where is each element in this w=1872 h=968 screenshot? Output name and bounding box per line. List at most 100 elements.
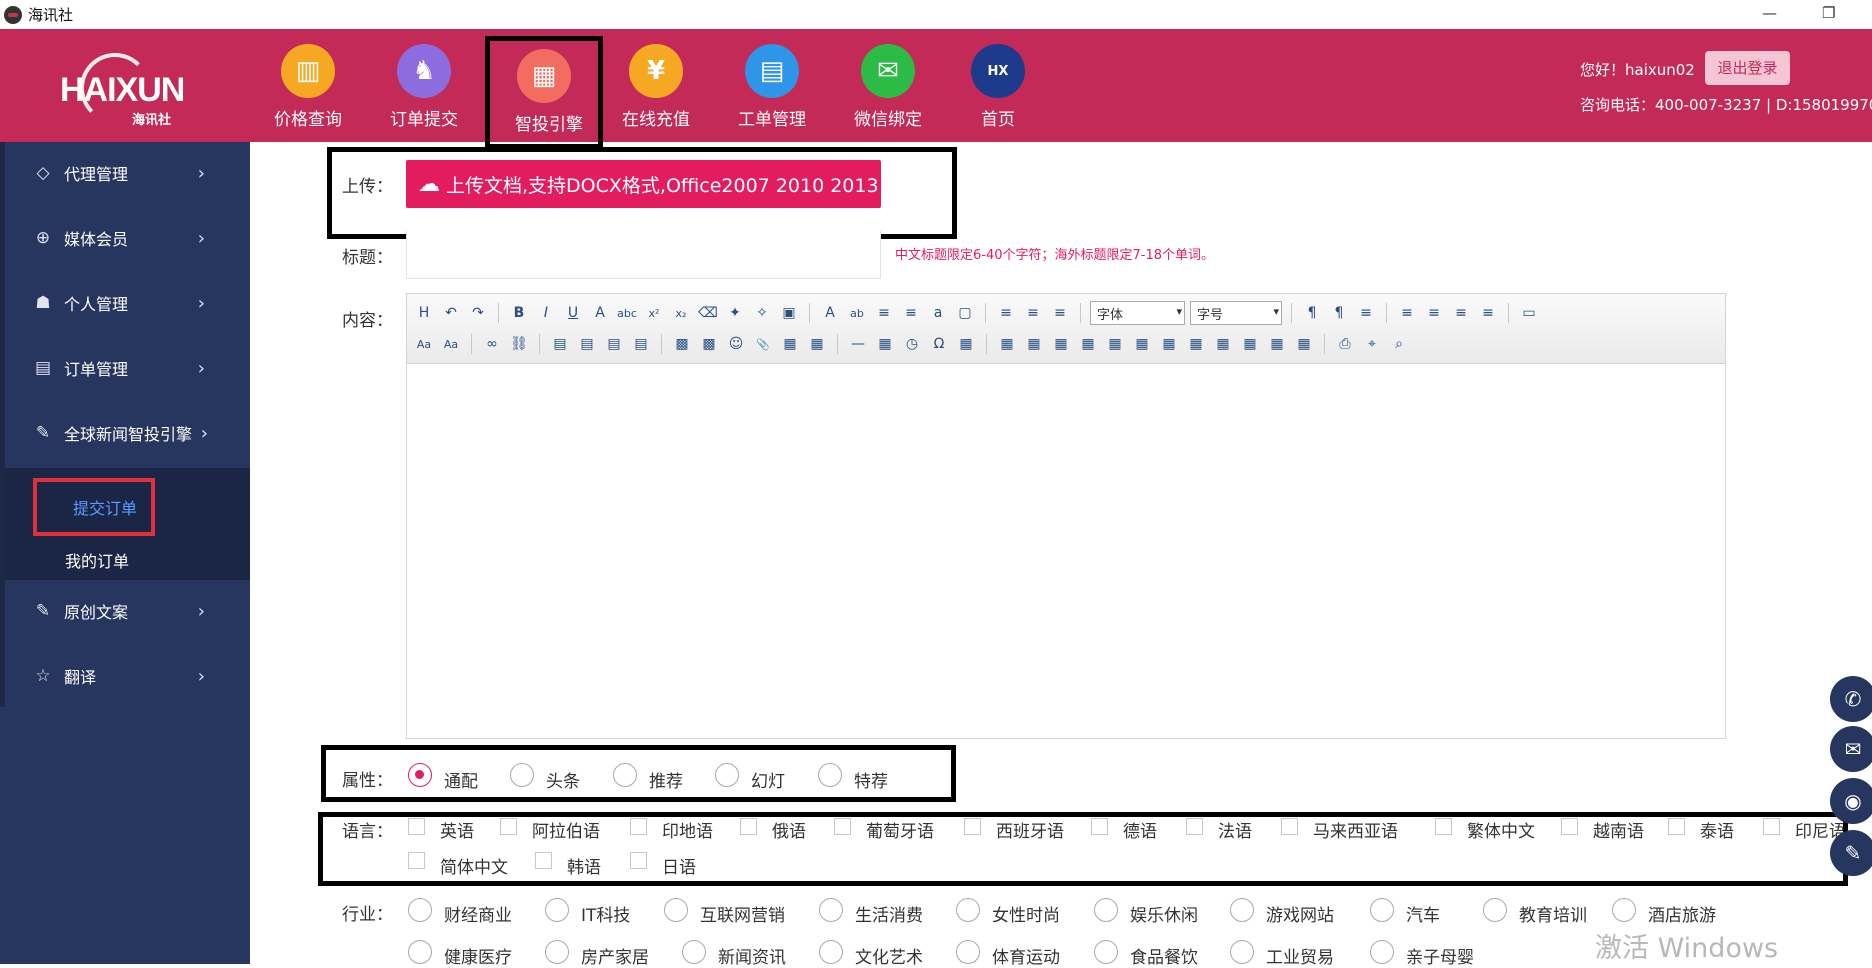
toolbar-button-icon[interactable]: ⌖ xyxy=(1361,333,1383,355)
toolbar-button-icon[interactable]: ab xyxy=(846,302,868,324)
toolbar-button-icon[interactable]: ¶ xyxy=(1301,302,1323,324)
industry-radio[interactable] xyxy=(545,940,569,964)
industry-radio[interactable] xyxy=(1483,898,1507,922)
toolbar-button-icon[interactable]: ↶ xyxy=(440,302,462,324)
sidebar-item-1[interactable]: ⊕ 媒体会员 › xyxy=(5,207,250,269)
toolbar-button-icon[interactable]: ▦ xyxy=(1185,333,1207,355)
toolbar-button-icon[interactable]: ▦ xyxy=(1239,333,1261,355)
toolbar-button-icon[interactable]: ≡ xyxy=(1450,302,1472,324)
toolbar-button-icon[interactable]: ≡ xyxy=(1355,302,1377,324)
toolbar-button-icon[interactable]: ▦ xyxy=(874,333,896,355)
editor-body[interactable] xyxy=(407,364,1725,738)
industry-radio[interactable] xyxy=(819,898,843,922)
industry-radio[interactable] xyxy=(545,898,569,922)
toolbar-button-icon[interactable]: I xyxy=(535,302,557,324)
sidebar-item-4[interactable]: ✎ 全球新闻智投引擎 › xyxy=(5,402,250,464)
industry-radio[interactable] xyxy=(1230,898,1254,922)
sidebar-item-3[interactable]: ▤ 订单管理 › xyxy=(5,337,250,399)
toolbar-button-icon[interactable]: B xyxy=(508,302,530,324)
restore-button[interactable]: ❐ xyxy=(1822,4,1835,22)
industry-radio[interactable] xyxy=(1094,940,1118,964)
logout-button[interactable]: 退出登录 xyxy=(1705,51,1790,85)
brand-logo[interactable]: HAIXUN 海讯社 xyxy=(50,51,200,128)
toolbar-button-icon[interactable]: ▤ xyxy=(630,333,652,355)
nav-item-3[interactable]: ¥ 在线充值 xyxy=(606,41,706,141)
toolbar-button-icon[interactable]: ✧ xyxy=(751,302,773,324)
toolbar-button-icon[interactable]: — xyxy=(847,333,869,355)
toolbar-button-icon[interactable]: a xyxy=(927,302,949,324)
minimize-button[interactable]: — xyxy=(1762,4,1777,22)
phone-float-icon[interactable]: ✆ xyxy=(1830,676,1872,722)
weibo-float-icon[interactable]: ◉ xyxy=(1830,778,1872,824)
industry-radio[interactable] xyxy=(956,940,980,964)
rich-text-editor[interactable]: H↶↷BIUAabcx²x₂⌫✦✧▣Aab≡≡a▢≡≡≡字体字号¶¶≡≡≡≡≡▭… xyxy=(406,293,1726,739)
toolbar-button-icon[interactable]: A xyxy=(819,302,841,324)
toolbar-button-icon[interactable]: ⌕ xyxy=(1388,333,1410,355)
toolbar-button-icon[interactable]: ▦ xyxy=(1266,333,1288,355)
sidebar-item-5[interactable]: ✎ 原创文案 › xyxy=(5,580,250,642)
toolbar-button-icon[interactable]: ≡ xyxy=(1396,302,1418,324)
nav-item-5[interactable]: ✉ 微信绑定 xyxy=(838,41,938,141)
toolbar-button-icon[interactable]: ≡ xyxy=(995,302,1017,324)
toolbar-button-icon[interactable]: ▢ xyxy=(954,302,976,324)
toolbar-button-icon[interactable]: Ω xyxy=(928,333,950,355)
toolbar-button-icon[interactable]: ▣ xyxy=(778,302,800,324)
sidebar-item-submit-order[interactable]: 提交订单 xyxy=(33,478,155,536)
toolbar-button-icon[interactable]: ⎙ xyxy=(1334,333,1356,355)
nav-item-1[interactable]: ♞ 订单提交 xyxy=(374,41,474,141)
toolbar-button-icon[interactable]: ▦ xyxy=(1212,333,1234,355)
toolbar-button-icon[interactable]: ⛓ xyxy=(508,333,530,355)
toolbar-button-icon[interactable]: ▩ xyxy=(671,333,693,355)
toolbar-button-icon[interactable]: ▤ xyxy=(549,333,571,355)
industry-radio[interactable] xyxy=(956,898,980,922)
toolbar-button-icon[interactable]: ≡ xyxy=(873,302,895,324)
toolbar-button-icon[interactable]: ▭ xyxy=(1518,302,1540,324)
toolbar-button-icon[interactable]: ▦ xyxy=(1050,333,1072,355)
toolbar-button-icon[interactable]: ≡ xyxy=(1423,302,1445,324)
industry-radio[interactable] xyxy=(819,940,843,964)
industry-radio[interactable] xyxy=(1370,940,1394,964)
toolbar-button-icon[interactable]: ≡ xyxy=(1049,302,1071,324)
industry-radio[interactable] xyxy=(664,898,688,922)
toolbar-button-icon[interactable]: ≡ xyxy=(900,302,922,324)
edit-float-icon[interactable]: ✎ xyxy=(1830,830,1872,876)
toolbar-button-icon[interactable]: ∞ xyxy=(481,333,503,355)
toolbar-button-icon[interactable]: ¶ xyxy=(1328,302,1350,324)
toolbar-button-icon[interactable]: U xyxy=(562,302,584,324)
nav-item-2[interactable]: ▦ 智投引擎 xyxy=(485,36,603,149)
toolbar-button-icon[interactable]: 📎 xyxy=(752,333,774,355)
industry-radio[interactable] xyxy=(408,940,432,964)
industry-radio[interactable] xyxy=(682,940,706,964)
industry-radio[interactable] xyxy=(1094,898,1118,922)
toolbar-button-icon[interactable]: ▦ xyxy=(996,333,1018,355)
font-size-select[interactable]: 字号 xyxy=(1190,301,1282,325)
toolbar-button-icon[interactable]: abc xyxy=(616,302,638,324)
nav-item-0[interactable]: ▥ 价格查询 xyxy=(258,41,358,141)
sidebar-item-2[interactable]: ☗ 个人管理 › xyxy=(5,272,250,334)
toolbar-button-icon[interactable]: ↷ xyxy=(467,302,489,324)
toolbar-button-icon[interactable]: ▤ xyxy=(603,333,625,355)
toolbar-button-icon[interactable]: ▦ xyxy=(955,333,977,355)
toolbar-button-icon[interactable]: ✦ xyxy=(724,302,746,324)
toolbar-button-icon[interactable]: ▦ xyxy=(1293,333,1315,355)
industry-radio[interactable] xyxy=(1612,898,1636,922)
toolbar-button-icon[interactable]: ▦ xyxy=(1023,333,1045,355)
toolbar-button-icon[interactable]: ▦ xyxy=(779,333,801,355)
toolbar-button-icon[interactable]: ▦ xyxy=(806,333,828,355)
toolbar-button-icon[interactable]: ▩ xyxy=(698,333,720,355)
toolbar-button-icon[interactable]: ▦ xyxy=(1077,333,1099,355)
toolbar-button-icon[interactable]: ◷ xyxy=(901,333,923,355)
industry-radio[interactable] xyxy=(1230,940,1254,964)
sidebar-item-my-orders[interactable]: 我的订单 xyxy=(65,548,129,572)
toolbar-button-icon[interactable]: ☺ xyxy=(725,333,747,355)
toolbar-button-icon[interactable]: x₂ xyxy=(670,302,692,324)
industry-radio[interactable] xyxy=(1370,898,1394,922)
toolbar-button-icon[interactable]: Aa xyxy=(440,333,462,355)
toolbar-button-icon[interactable]: x² xyxy=(643,302,665,324)
toolbar-button-icon[interactable]: ≡ xyxy=(1477,302,1499,324)
toolbar-button-icon[interactable]: A xyxy=(589,302,611,324)
font-family-select[interactable]: 字体 xyxy=(1090,301,1185,325)
sidebar-item-6[interactable]: ☆ 翻译 › xyxy=(5,645,250,707)
title-input[interactable] xyxy=(406,231,881,279)
nav-item-4[interactable]: ▤ 工单管理 xyxy=(722,41,822,141)
